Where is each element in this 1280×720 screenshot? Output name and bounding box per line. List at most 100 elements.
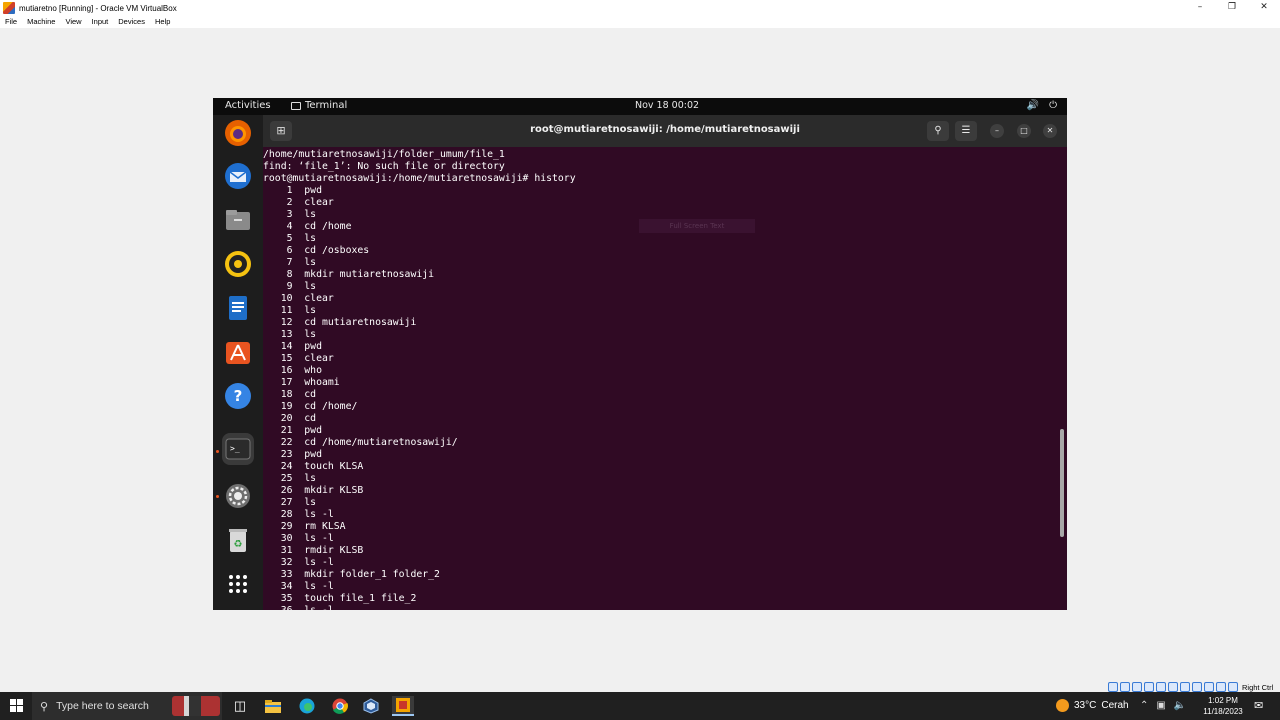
terminal-line: 18 cd xyxy=(263,389,317,400)
recording-icon[interactable] xyxy=(1192,682,1202,692)
terminal-headerbar: ⊞ root@mutiaretnosawiji: /home/mutiaretn… xyxy=(263,115,1067,147)
terminal-line: 12 cd mutiaretnosawiji xyxy=(263,317,417,328)
taskbar-search[interactable]: ⚲ Type here to search xyxy=(32,692,222,720)
hamburger-menu-button[interactable]: ☰ xyxy=(955,121,977,141)
terminal-line: 23 pwd xyxy=(263,449,322,460)
terminal-line: 6 cd /osboxes xyxy=(263,245,370,256)
search-placeholder: Type here to search xyxy=(56,700,149,712)
menu-machine[interactable]: Machine xyxy=(22,16,60,28)
terminal-line: 21 pwd xyxy=(263,425,322,436)
host-key-label: Right Ctrl xyxy=(1242,682,1274,692)
app-center-icon[interactable] xyxy=(222,336,254,368)
task-view-icon[interactable]: ◫ xyxy=(229,696,251,716)
gnome-clock[interactable]: Nov 18 00:02 xyxy=(635,100,699,111)
terminal-dock-icon[interactable]: >_ xyxy=(222,433,254,465)
weather-widget[interactable]: 33°C Cerah xyxy=(1056,699,1129,712)
terminal-line: 32 ls -l xyxy=(263,557,334,568)
running-indicator xyxy=(216,495,219,498)
network-tray-icon[interactable]: ▣ xyxy=(1156,700,1165,711)
term-close-button[interactable]: ✕ xyxy=(1043,124,1057,138)
term-minimize-button[interactable]: – xyxy=(990,124,1004,138)
help-icon[interactable]: ? xyxy=(222,380,254,412)
terminal-line: 19 cd /home/ xyxy=(263,401,358,412)
app-menu[interactable]: Terminal xyxy=(291,100,347,111)
ubuntu-dock: ? >_ ♻ xyxy=(213,115,263,610)
edge-icon[interactable] xyxy=(296,696,318,716)
terminal-line: 20 cd xyxy=(263,413,317,424)
taskbar-time: 1:02 PM xyxy=(1208,696,1238,705)
show-apps-icon[interactable] xyxy=(222,568,254,600)
thunderbird-icon[interactable] xyxy=(222,160,254,192)
menu-devices[interactable]: Devices xyxy=(113,16,150,28)
terminal-icon xyxy=(291,101,301,110)
shared-folder-icon[interactable] xyxy=(1168,682,1178,692)
activities-button[interactable]: Activities xyxy=(225,100,271,111)
terminal-line: 14 pwd xyxy=(263,341,322,352)
system-menu[interactable]: 🔊 ⏻ xyxy=(1027,100,1057,111)
search-button[interactable]: ⚲ xyxy=(927,121,949,141)
settings-icon[interactable] xyxy=(222,480,254,512)
display-icon[interactable] xyxy=(1180,682,1190,692)
gnome-top-bar: Activities Terminal Nov 18 00:02 🔊 ⏻ xyxy=(213,98,1067,115)
terminal-line: 28 ls -l xyxy=(263,509,334,520)
chrome-icon[interactable] xyxy=(329,696,351,716)
rhythmbox-icon[interactable] xyxy=(222,248,254,280)
cpu-icon[interactable] xyxy=(1204,682,1214,692)
terminal-text: /home/mutiaretnosawiji/folder_umum/file_… xyxy=(263,149,576,610)
close-button[interactable]: ✕ xyxy=(1248,0,1280,16)
terminal-line: 4 cd /home xyxy=(263,221,352,232)
terminal-line: root@mutiaretnosawiji:/home/mutiaretnosa… xyxy=(263,173,576,184)
chevron-up-icon[interactable]: ⌃ xyxy=(1140,700,1148,711)
terminal-line: 27 ls xyxy=(263,497,317,508)
host-titlebar: mutiaretno [Running] - Oracle VM Virtual… xyxy=(0,0,1280,16)
terminal-line: 8 mkdir mutiaretnosawiji xyxy=(263,269,435,280)
virtualbox-taskbar-icon[interactable] xyxy=(360,696,382,716)
terminal-line: 26 mkdir KLSB xyxy=(263,485,364,496)
terminal-line: 31 rmdir KLSB xyxy=(263,545,364,556)
guest-screen[interactable]: Activities Terminal Nov 18 00:02 🔊 ⏻ ? >… xyxy=(213,98,1067,610)
taskbar-clock[interactable]: 1:02 PM 11/18/2023 xyxy=(1200,695,1246,717)
hdd-icon[interactable] xyxy=(1108,682,1118,692)
notification-icon[interactable]: ✉ xyxy=(1254,699,1263,712)
restore-button[interactable]: ❐ xyxy=(1216,0,1248,16)
search-icon: ⚲ xyxy=(40,700,49,713)
terminal-line: 11 ls xyxy=(263,305,317,316)
menu-view[interactable]: View xyxy=(60,16,86,28)
files-icon[interactable] xyxy=(222,204,254,236)
keyboard-icon[interactable] xyxy=(1228,682,1238,692)
file-explorer-icon[interactable] xyxy=(262,696,284,716)
terminal-output[interactable]: /home/mutiaretnosawiji/folder_umum/file_… xyxy=(263,147,1067,610)
menu-help[interactable]: Help xyxy=(150,16,175,28)
vm-window-taskbar-icon[interactable] xyxy=(392,696,414,716)
terminal-line: 36 ls -l xyxy=(263,605,576,610)
app-menu-label: Terminal xyxy=(305,100,348,111)
start-button[interactable] xyxy=(10,699,23,712)
terminal-line: 13 ls xyxy=(263,329,317,340)
terminal-line: 2 clear xyxy=(263,197,334,208)
menu-file[interactable]: File xyxy=(0,16,22,28)
audio-icon[interactable] xyxy=(1132,682,1142,692)
menu-input[interactable]: Input xyxy=(87,16,114,28)
terminal-scrollbar[interactable] xyxy=(1060,429,1064,537)
terminal-line: find: ‘file_1’: No such file or director… xyxy=(263,161,505,172)
mouse-integration-icon[interactable] xyxy=(1216,682,1226,692)
terminal-line: 10 clear xyxy=(263,293,334,304)
firefox-icon[interactable] xyxy=(222,117,254,149)
libreoffice-writer-icon[interactable] xyxy=(222,292,254,324)
terminal-line: 34 ls -l xyxy=(263,581,334,592)
volume-tray-icon[interactable]: 🔈 xyxy=(1174,700,1186,711)
windows-taskbar: ⚲ Type here to search ◫ 33°C Cerah ⌃ ▣ 🔈… xyxy=(0,692,1280,720)
optical-icon[interactable] xyxy=(1120,682,1130,692)
terminal-line: 9 ls xyxy=(263,281,317,292)
host-window-title: mutiaretno [Running] - Oracle VM Virtual… xyxy=(19,3,177,13)
usb-icon[interactable] xyxy=(1156,682,1166,692)
minimize-button[interactable]: – xyxy=(1184,0,1216,16)
term-maximize-button[interactable]: □ xyxy=(1017,124,1031,138)
search-highlight-image xyxy=(172,696,220,716)
trash-icon[interactable]: ♻ xyxy=(222,524,254,556)
host-menubar: File Machine View Input Devices Help xyxy=(0,16,1280,28)
network-icon[interactable] xyxy=(1144,682,1154,692)
weather-desc: Cerah xyxy=(1101,700,1129,711)
fullscreen-tooltip: Full Screen Text xyxy=(639,219,755,233)
terminal-line: 16 who xyxy=(263,365,322,376)
